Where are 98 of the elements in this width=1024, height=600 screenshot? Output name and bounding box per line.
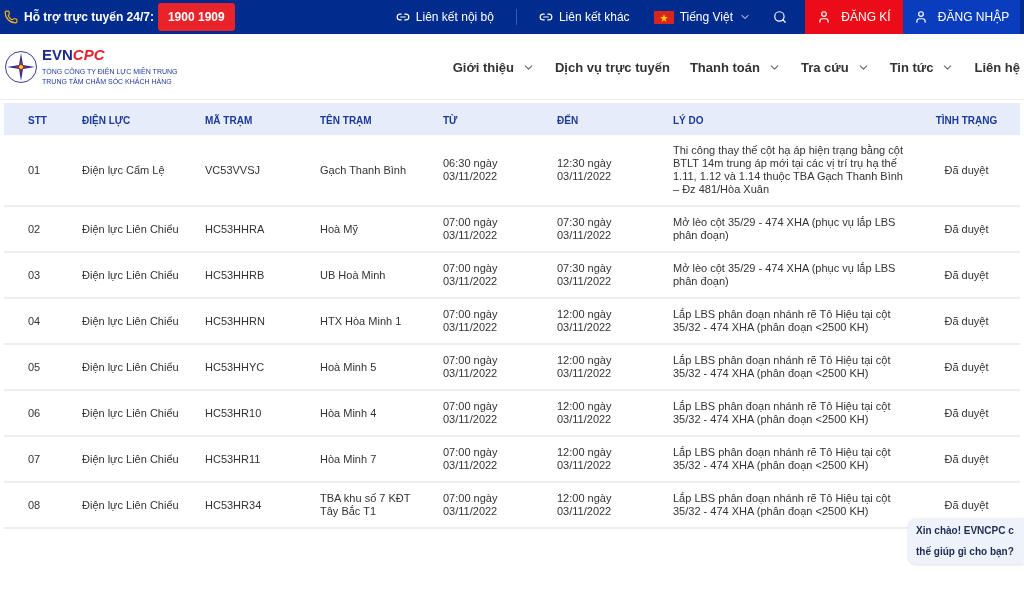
- table-cell: HC53HR11: [205, 452, 261, 465]
- search-button[interactable]: [771, 8, 789, 26]
- table-cell: Đã duyệt: [944, 314, 989, 327]
- nav-item[interactable]: Liên hệ: [974, 57, 1020, 78]
- table-cell-text: HTX Hòa Minh 1: [320, 314, 403, 328]
- table-cell-text: 07:00 ngày 03/11/2022: [443, 262, 499, 288]
- nav-item[interactable]: Dịch vụ trực tuyến: [555, 57, 670, 78]
- table-cell: Mở lèo cột 35/29 - 474 XHA (phục vụ lắp LBS phân đoạn): [673, 262, 896, 287]
- table-cell-text: 07:30 ngày 03/11/2022: [557, 216, 613, 242]
- nav-item[interactable]: Tra cứu: [800, 57, 870, 78]
- register-button[interactable]: ĐĂNG KÍ: [805, 0, 903, 34]
- hotline-badge[interactable]: 1900 1909: [157, 3, 235, 31]
- column-header: TÊN TRẠM: [320, 115, 372, 126]
- table-cell-text: 12:30 ngày 03/11/2022: [557, 157, 613, 183]
- table-cell-text: 07:30 ngày 03/11/2022: [557, 262, 613, 288]
- table-cell: 03: [28, 268, 41, 281]
- flag-icon: [653, 10, 674, 24]
- table-cell: HC53HHYC: [205, 360, 265, 373]
- table-cell-text: Điện lực Cẩm Lệ: [82, 163, 166, 177]
- chat-text: thế giúp gì cho bạn?: [916, 545, 1015, 558]
- table-cell-text: 07:00 ngày 03/11/2022: [443, 216, 499, 242]
- nav-item[interactable]: Tin tức: [889, 57, 955, 78]
- table-cell: Lắp LBS phân đoạn nhánh rẽ Tô Hiệu tại cột 35/32 - 474 XHA (phân đoạn <2500 KH): [673, 446, 891, 471]
- link-icon: [395, 10, 410, 24]
- table-cell-text: Điện lực Liên Chiểu: [82, 498, 180, 512]
- column-header: LÝ DO: [673, 115, 704, 126]
- table-cell-text: Hòa Minh 7: [320, 452, 378, 466]
- table-cell: Đã duyệt: [944, 268, 989, 281]
- table-cell: HC53HR34: [205, 498, 262, 511]
- column-header: TÌNH TRẠNG: [935, 115, 998, 126]
- column-header: TỪ: [443, 115, 458, 126]
- table-cell: 04: [28, 314, 41, 327]
- column-header: ĐIỆN LỰC: [82, 115, 131, 126]
- table-cell: Thi công thay thế cột hạ áp hiện trạng bằng cột BTLT 14m trung áp mới tại các vị trí trụ hạ thế 1.11, 1.12 và 1.14 thuộc TBA Gạch Thanh Bình – Đz 481/Hòa Xuân: [673, 144, 903, 195]
- table-cell: Lắp LBS phân đoạn nhánh rẽ Tô Hiệu tại cột 35/32 - 474 XHA (phân đoạn <2500 KH): [673, 492, 891, 517]
- table-cell-text: Hòa Minh 4: [320, 406, 378, 420]
- table-cell: 02: [28, 222, 41, 235]
- table-cell: HC53HHRN: [205, 314, 265, 327]
- table-cell: Đã duyệt: [944, 498, 989, 511]
- support-label: Hỗ trợ trực tuyến 24/7:: [24, 8, 154, 26]
- table-cell-text: TBA khu số 7 KĐT Tây Bắc T1: [320, 492, 412, 518]
- brand-name: EVN: [42, 46, 73, 64]
- table-cell-text: Điện lực Liên Chiểu: [82, 314, 180, 328]
- user-icon: [817, 10, 832, 24]
- table-cell-text: Hoà Mỹ: [320, 222, 359, 236]
- table-cell-text: Điện lực Liên Chiểu: [82, 268, 180, 282]
- table-cell-text: Hoà Minh 5: [320, 360, 378, 374]
- table-cell: 06: [28, 406, 41, 419]
- table-cell-text: 12:00 ngày 03/11/2022: [557, 354, 613, 380]
- table-cell-text: 07:00 ngày 03/11/2022: [443, 354, 499, 380]
- brand-name: CPC: [72, 46, 105, 64]
- table-cell: 01: [28, 163, 41, 176]
- table-cell: 07: [28, 452, 41, 465]
- table-cell-text: 07:00 ngày 03/11/2022: [443, 492, 499, 518]
- column-header: STT: [28, 115, 47, 126]
- table-cell-text: 06:30 ngày 03/11/2022: [443, 157, 499, 183]
- table-cell: Đã duyệt: [944, 406, 989, 419]
- user-icon: [913, 10, 928, 24]
- table-cell: 05: [28, 360, 41, 373]
- table-cell: Lắp LBS phân đoạn nhánh rẽ Tô Hiệu tại cột 35/32 - 474 XHA (phân đoạn <2500 KH): [673, 308, 891, 333]
- nav-item[interactable]: Thanh toán: [689, 57, 781, 78]
- table-cell-text: Điện lực Liên Chiểu: [82, 406, 180, 420]
- table-cell: VC53VVSJ: [205, 163, 261, 176]
- table-cell-text: Điện lực Liên Chiểu: [82, 360, 180, 374]
- table-cell-text: Điện lực Liên Chiểu: [82, 452, 180, 466]
- nav-item[interactable]: Giới thiệu: [452, 57, 535, 78]
- table-cell: Đã duyệt: [944, 452, 989, 465]
- table-cell: Đã duyệt: [944, 222, 989, 235]
- table-cell-text: 07:00 ngày 03/11/2022: [443, 308, 499, 334]
- table-cell-text: 12:00 ngày 03/11/2022: [557, 400, 613, 426]
- language-selector[interactable]: Tiếng Việt: [653, 8, 751, 26]
- table-cell-text: Gạch Thanh Bình: [320, 163, 408, 177]
- table-cell: Mở lèo cột 35/29 - 474 XHA (phục vụ lắp LBS phân đoạn): [673, 216, 896, 241]
- logo-icon: [4, 49, 38, 84]
- table-cell: HC53HHRA: [205, 222, 265, 235]
- table-cell-text: Điện lực Liên Chiểu: [82, 222, 180, 236]
- phone-icon: [4, 10, 18, 24]
- table-cell-text: 12:00 ngày 03/11/2022: [557, 492, 613, 518]
- table-cell: HC53HHRB: [205, 268, 265, 281]
- chat-bubble[interactable]: Xin chào! EVNCPC c thế giúp gì cho bạn?: [908, 518, 1024, 564]
- table-cell-text: 12:00 ngày 03/11/2022: [557, 308, 613, 334]
- table-cell: HC53HR10: [205, 406, 262, 419]
- table-cell: Lắp LBS phân đoạn nhánh rẽ Tô Hiệu tại cột 35/32 - 474 XHA (phân đoạn <2500 KH): [673, 354, 891, 379]
- column-header: ĐẾN: [557, 115, 579, 126]
- chat-text: Xin chào! EVNCPC c: [916, 524, 1015, 537]
- table-cell-text: 07:00 ngày 03/11/2022: [443, 446, 499, 472]
- table-cell: 08: [28, 498, 41, 511]
- table-cell: Lắp LBS phân đoạn nhánh rẽ Tô Hiệu tại cột 35/32 - 474 XHA (phân đoạn <2500 KH): [673, 400, 891, 425]
- login-button[interactable]: ĐĂNG NHẬP: [903, 0, 1020, 34]
- table-cell: Đã duyệt: [944, 163, 989, 176]
- table-cell-text: 07:00 ngày 03/11/2022: [443, 400, 499, 426]
- table-cell-text: 12:00 ngày 03/11/2022: [557, 446, 613, 472]
- link-icon: [538, 10, 553, 24]
- link[interactable]: Liên kết khác: [538, 8, 630, 26]
- link[interactable]: Liên kết nội bộ: [395, 8, 494, 26]
- table-cell-text: UB Hoà Minh: [320, 268, 387, 282]
- table-cell: Đã duyệt: [944, 360, 989, 373]
- column-header: MÃ TRẠM: [205, 115, 253, 126]
